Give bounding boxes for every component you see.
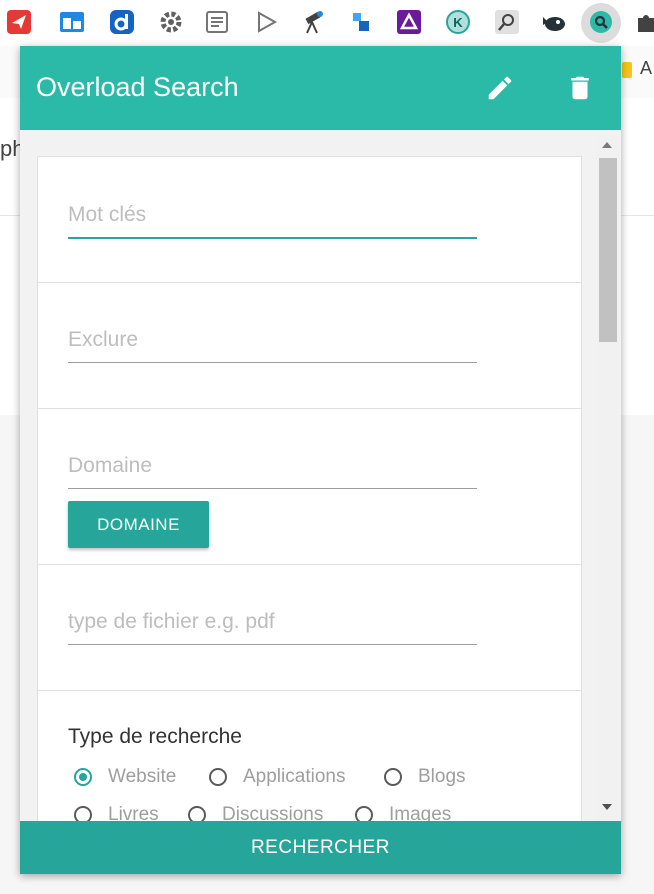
search-form: DOMAINE Type de recherche Website Applic… bbox=[37, 156, 582, 822]
radio-website[interactable]: Website bbox=[74, 766, 176, 788]
domain-section: DOMAINE bbox=[38, 409, 581, 565]
paper-plane-extension-icon[interactable] bbox=[5, 8, 33, 36]
radio-unchecked-icon bbox=[355, 806, 373, 821]
search-extension-icon[interactable] bbox=[587, 8, 615, 36]
radio-discussions[interactable]: Discussions bbox=[188, 804, 323, 821]
extensions-toolbar: K bbox=[0, 0, 654, 47]
radio-checked-icon bbox=[74, 768, 92, 786]
blocks-extension-icon[interactable] bbox=[347, 8, 375, 36]
trash-icon bbox=[571, 76, 589, 100]
radio-unchecked-icon bbox=[384, 768, 402, 786]
scroll-down-arrow-icon[interactable] bbox=[602, 804, 612, 810]
extension-popup: Overload Search DOMAINE Type de recherch… bbox=[20, 46, 621, 874]
radio-blogs[interactable]: Blogs bbox=[384, 766, 466, 788]
k-badge-extension-icon[interactable]: K bbox=[444, 8, 472, 36]
radio-unchecked-icon bbox=[188, 806, 206, 821]
edit-button[interactable] bbox=[482, 70, 518, 106]
radio-unchecked-icon bbox=[209, 768, 227, 786]
pencil-icon bbox=[488, 76, 512, 100]
delete-button[interactable] bbox=[562, 70, 598, 106]
filetype-input[interactable] bbox=[68, 600, 477, 645]
popup-title: Overload Search bbox=[36, 72, 239, 102]
keywords-input[interactable] bbox=[68, 193, 477, 239]
telescope-extension-icon[interactable] bbox=[299, 8, 327, 36]
domain-input[interactable] bbox=[68, 444, 477, 489]
window-extension-icon[interactable] bbox=[58, 8, 86, 36]
play-extension-icon[interactable] bbox=[252, 8, 280, 36]
keywords-section bbox=[38, 157, 581, 283]
exclude-input[interactable] bbox=[68, 318, 477, 363]
filetype-section bbox=[38, 565, 581, 691]
search-type-label: Type de recherche bbox=[68, 725, 242, 748]
search-button[interactable]: RECHERCHER bbox=[20, 821, 621, 874]
svg-text:K: K bbox=[453, 15, 463, 30]
zoom-extension-icon[interactable] bbox=[493, 8, 521, 36]
d-app-extension-icon[interactable] bbox=[108, 8, 136, 36]
radio-applications[interactable]: Applications bbox=[209, 766, 345, 788]
puzzle-extension-icon[interactable] bbox=[632, 8, 654, 36]
scrollbar[interactable] bbox=[597, 136, 619, 820]
popup-header: Overload Search bbox=[20, 46, 621, 130]
search-type-section: Type de recherche Website Applications B… bbox=[38, 691, 581, 821]
scroll-up-arrow-icon[interactable] bbox=[602, 142, 612, 148]
exclude-section bbox=[38, 283, 581, 409]
purple-triangle-extension-icon[interactable] bbox=[395, 8, 423, 36]
radio-livres[interactable]: Livres bbox=[74, 804, 159, 821]
domain-button[interactable]: DOMAINE bbox=[68, 501, 209, 548]
whale-extension-icon[interactable] bbox=[540, 8, 568, 36]
gear-extension-icon[interactable] bbox=[157, 8, 185, 36]
radio-unchecked-icon bbox=[74, 806, 92, 821]
background-bookmark-label: A bbox=[640, 58, 653, 78]
radio-images[interactable]: Images bbox=[355, 804, 451, 821]
bookmark-folder-icon bbox=[622, 62, 632, 78]
scrollbar-thumb[interactable] bbox=[599, 158, 617, 342]
document-extension-icon[interactable] bbox=[203, 8, 231, 36]
